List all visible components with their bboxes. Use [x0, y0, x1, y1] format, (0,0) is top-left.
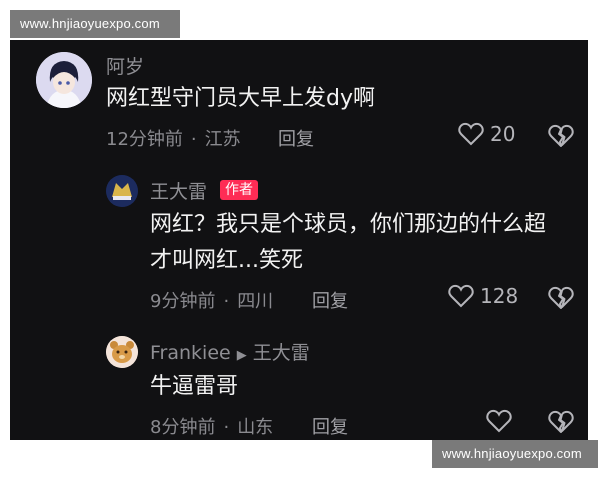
avatar[interactable]: [36, 52, 92, 108]
comment-meta: 9分钟前 · 四川: [150, 287, 273, 313]
heart-icon: [486, 409, 512, 433]
watermark-bottom: www.hnjiaoyuexpo.com: [432, 440, 598, 468]
comment-location: 江苏: [204, 129, 241, 150]
broken-heart-icon: [548, 286, 574, 309]
heart-icon: [458, 122, 484, 146]
dislike-button[interactable]: [548, 410, 574, 438]
meta-separator: ·: [223, 291, 230, 312]
comment-text: 网红型守门员大早上发dy啊: [106, 86, 375, 111]
dislike-button[interactable]: [548, 124, 574, 152]
broken-heart-icon: [548, 124, 574, 147]
heart-icon: [448, 284, 474, 308]
reply-button[interactable]: 回复: [312, 413, 348, 439]
comment-username[interactable]: 王大雷: [150, 177, 207, 204]
comment-time: 9分钟前: [150, 291, 216, 312]
comment-location: 山东: [237, 417, 274, 438]
comment-text: 牛逼雷哥: [150, 374, 239, 399]
comment-panel: 阿岁 网红型守门员大早上发dy啊 12分钟前 · 江苏 回复 20 王大雷 作者 网…: [10, 40, 588, 440]
avatar[interactable]: [106, 175, 138, 207]
broken-heart-icon: [548, 410, 574, 433]
comment-time: 8分钟前: [150, 417, 216, 438]
reply-button[interactable]: 回复: [278, 125, 314, 151]
author-badge: 作者: [220, 180, 258, 200]
comment-username[interactable]: 阿岁: [106, 52, 144, 79]
comment-meta: 12分钟前 · 江苏: [106, 125, 241, 151]
like-button[interactable]: [486, 409, 512, 433]
like-count: 128: [480, 284, 519, 308]
meta-separator: ·: [190, 129, 197, 150]
like-button[interactable]: 20: [458, 122, 515, 146]
dislike-button[interactable]: [548, 286, 574, 314]
watermark-top: www.hnjiaoyuexpo.com: [10, 10, 180, 38]
comment-meta: 8分钟前 · 山东: [150, 413, 273, 439]
comment-location: 四川: [237, 291, 274, 312]
comment-username[interactable]: Frankiee: [150, 342, 231, 364]
avatar[interactable]: [106, 336, 138, 368]
like-button[interactable]: 128: [448, 284, 518, 308]
reply-to-username[interactable]: 王大雷: [253, 342, 310, 364]
comment-time: 12分钟前: [106, 129, 183, 150]
comment-text-line1: 网红？我只是个球员，你们那边的什么超: [150, 212, 547, 237]
meta-separator: ·: [223, 417, 230, 438]
like-count: 20: [490, 122, 516, 146]
reply-button[interactable]: 回复: [312, 287, 348, 313]
reply-header: Frankiee ▶ 王大雷: [150, 338, 310, 365]
comment-text-line2: 才叫网红...笑死: [150, 248, 303, 273]
play-arrow-icon: ▶: [236, 348, 247, 363]
